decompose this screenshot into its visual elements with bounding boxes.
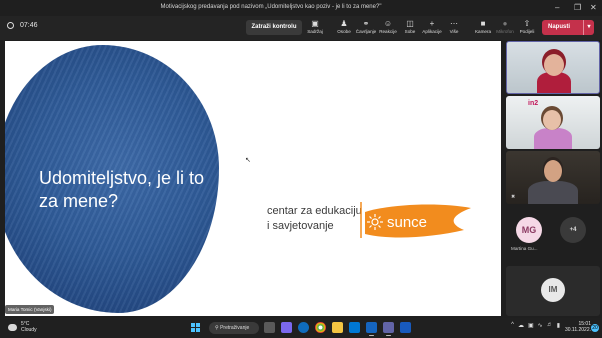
org-line-2: i savjetovanje [267, 220, 334, 232]
chevron-up-icon[interactable]: ^ [511, 322, 514, 329]
task-view-icon[interactable] [264, 322, 275, 333]
camera-button[interactable]: ■ Kamera [471, 19, 495, 39]
avatar-mg[interactable]: MG [516, 217, 542, 243]
apps-icon: + [429, 19, 435, 28]
rooms-button[interactable]: ◫ Sobe [398, 19, 422, 39]
chat-button[interactable]: ⚭ Čavrljanje [354, 19, 378, 39]
search-label: Pretraživanje [220, 325, 250, 331]
presenter-name-tag: Maria Tomic (Vanjski) [5, 305, 55, 314]
meeting-timer: 07:46 [7, 22, 38, 29]
camera-label: Kamera [474, 29, 492, 34]
chevron-down-icon[interactable]: ▾ [583, 20, 594, 35]
apps-button[interactable]: + Aplikacije [420, 19, 444, 39]
sunce-logo-text: sunce [387, 214, 427, 231]
teams-icon[interactable] [383, 322, 394, 336]
share-button[interactable]: ⇧ Podijeli [515, 19, 539, 39]
leave-label: Napusti [548, 24, 571, 30]
share-icon: ⇧ [523, 19, 531, 28]
apps-label: Aplikacije [422, 29, 442, 34]
shared-slide: Udomiteljstvo, je li to za mene? centar … [5, 41, 501, 316]
more-button[interactable]: ⋯ Više [442, 19, 466, 39]
avatar-im: IM [541, 278, 565, 302]
mail-icon[interactable] [349, 322, 360, 333]
teams-tray-icon[interactable]: ▣ [528, 322, 534, 329]
close-icon[interactable]: ✕ [590, 2, 597, 14]
edge-icon[interactable] [298, 322, 309, 333]
meeting-info-icon[interactable] [7, 22, 14, 29]
rooms-icon: ◫ [406, 19, 414, 28]
volume-icon[interactable]: ♬ [547, 322, 553, 329]
reactions-label: Reakcije [379, 29, 397, 34]
participant-head [544, 54, 564, 76]
microphone-icon: ● [502, 19, 508, 28]
people-icon: ♟ [340, 19, 348, 28]
windows-taskbar: 5°C Cloudy ⚲ Pretraživanje ^ ☁ ▣ ∿ ♬ ▮ 1… [0, 318, 602, 338]
chrome-icon[interactable] [315, 322, 326, 333]
reactions-icon: ☺ [383, 19, 393, 28]
rooms-label: Sobe [404, 29, 416, 34]
people-button[interactable]: ♟ Osobe [332, 19, 356, 39]
participant-body [534, 128, 572, 149]
people-label: Osobe [337, 29, 351, 34]
word-icon[interactable] [400, 322, 411, 333]
cloud-sync-icon[interactable]: ☁ [518, 322, 524, 329]
share-label: Podijeli [519, 29, 535, 34]
more-icon: ⋯ [450, 19, 458, 28]
meeting-toolbar: 07:46 Zatraži kontrolu ▣ Sadržaj ♟ Osobe… [0, 16, 602, 40]
reactions-button[interactable]: ☺ Reakcije [376, 19, 400, 39]
organization-name: centar za edukaciju i savjetovanje [267, 204, 362, 234]
participant-head [544, 160, 562, 182]
outlook-icon[interactable] [366, 322, 377, 336]
microphone-button[interactable]: ● Mikrofon [493, 19, 517, 39]
mic-off-icon: ✖ [511, 194, 516, 200]
mouse-cursor-icon: ↖ [245, 157, 251, 164]
in2-logo: in2 [528, 100, 539, 107]
participant-video-1[interactable] [506, 41, 600, 94]
start-button[interactable] [191, 323, 200, 332]
system-tray: ^ ☁ ▣ ∿ ♬ ▮ [511, 322, 560, 329]
camera-icon: ■ [480, 19, 486, 28]
window-title: Motivacijskog predavanja pod nazivom „Ud… [160, 4, 382, 10]
minimize-icon[interactable]: – [555, 2, 559, 14]
participant-body [528, 181, 578, 204]
maximize-icon[interactable]: ❐ [574, 2, 581, 14]
battery-icon[interactable]: ▮ [557, 322, 560, 329]
microphone-label: Mikrofon [496, 29, 514, 34]
chat-label: Čavrljanje [355, 29, 377, 34]
content-icon: ▣ [311, 19, 319, 28]
taskbar-search[interactable]: ⚲ Pretraživanje [209, 322, 259, 334]
content-button[interactable]: ▣ Sadržaj [303, 19, 327, 39]
participant-panel: in2 ✖ MG +4 Martina Gu... IM [503, 40, 602, 318]
content-label: Sadržaj [307, 29, 323, 34]
taskbar-clock[interactable]: 15:01 30.11.2022. [563, 321, 591, 333]
more-participants-button[interactable]: +4 [560, 217, 586, 243]
org-line-1: centar za edukaciju [267, 205, 362, 217]
window-title-bar: Motivacijskog predavanja pod nazivom „Ud… [0, 0, 602, 16]
request-control-button[interactable]: Zatraži kontrolu [246, 20, 302, 35]
weather-widget[interactable]: 5°C Cloudy [8, 321, 37, 333]
date: 30.11.2022. [564, 327, 591, 333]
sunce-logo: sunce [360, 202, 471, 238]
participant-video-2[interactable]: in2 [506, 96, 600, 149]
slide-title: Udomiteljstvo, je li to za mene? [39, 168, 205, 211]
wifi-icon[interactable]: ∿ [538, 322, 543, 329]
participant-name: Martina Gu... [511, 246, 538, 251]
notification-badge[interactable]: 20 [591, 324, 599, 332]
weather-text: Cloudy [21, 327, 37, 333]
more-label: Više [449, 29, 459, 34]
chat-icon: ⚭ [362, 19, 370, 28]
teams-chat-icon[interactable] [281, 322, 292, 333]
timer-text: 07:46 [20, 22, 38, 29]
participant-video-3[interactable]: ✖ [506, 151, 600, 204]
leave-button[interactable]: Napusti ▾ [542, 20, 594, 35]
file-explorer-icon[interactable] [332, 322, 343, 333]
cloud-icon [8, 323, 17, 331]
participant-head [543, 110, 561, 130]
participant-tile-im[interactable]: IM [506, 266, 600, 316]
